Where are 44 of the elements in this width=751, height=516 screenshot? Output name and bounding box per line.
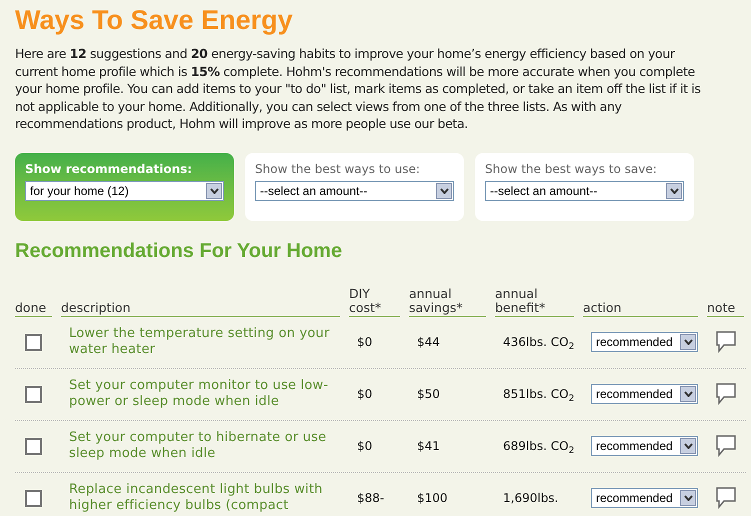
column-header: annual savings* [409, 286, 464, 315]
select-dropdown[interactable]: --select an amount-- [255, 180, 454, 201]
recommendation-link[interactable]: Lower the temperature setting on your water heater [61, 326, 340, 359]
select-dropdown[interactable]: recommended [591, 332, 698, 352]
benefit-cell-text: 689lbs. CO$_{2}$ [502, 438, 574, 456]
done-checkbox[interactable] [25, 386, 42, 403]
note-icon[interactable] [716, 383, 736, 406]
benefit-cell-text: 436lbs. CO$_{2}$ [502, 334, 574, 352]
column-header: done [15, 300, 46, 315]
page-title: Ways To Save Energy [15, 4, 294, 37]
savings-cell-text: $44 [416, 334, 441, 352]
done-checkbox[interactable] [25, 490, 42, 507]
recommendation-link[interactable]: Set your computer to hibernate or use sleep mode when idle [61, 430, 340, 463]
benefit-cell-text: 1,690lbs. [502, 490, 560, 508]
note-icon[interactable] [716, 487, 736, 510]
column-header: description [61, 300, 131, 315]
filter-label: Show the best ways to save: [485, 162, 658, 177]
note-icon[interactable] [716, 435, 736, 458]
cost-cell-text: $0 [356, 334, 374, 352]
savings-cell-text: $41 [416, 438, 441, 456]
column-header: DIY cost* [349, 286, 382, 315]
select-dropdown[interactable]: --select an amount-- [485, 180, 684, 201]
section-title: Recommendations For Your Home [15, 238, 344, 263]
cost-cell-text: $0 [356, 438, 374, 456]
note-icon[interactable] [716, 331, 736, 354]
recommendation-link[interactable]: Set your computer monitor to use low-power or sleep mode when idle [61, 378, 340, 411]
select-dropdown[interactable]: recommended [591, 488, 698, 508]
column-header: note [707, 300, 736, 315]
cost-cell-text: $88- [356, 490, 386, 508]
select-dropdown[interactable]: recommended [591, 384, 698, 404]
cost-cell-text: $0 [356, 386, 374, 404]
recommendation-link[interactable]: Replace incandescent light bulbs with higher efficiency bulbs (compact [61, 482, 340, 515]
filter-label: Show the best ways to use: [255, 162, 421, 177]
filter-label: Show recommendations: [25, 162, 194, 177]
done-checkbox[interactable] [25, 334, 42, 351]
select-dropdown[interactable]: recommended [591, 436, 698, 456]
benefit-cell-text: 851lbs. CO$_{2}$ [502, 386, 574, 404]
column-header: annual benefit* [495, 286, 546, 315]
done-checkbox[interactable] [25, 438, 42, 455]
savings-cell-text: $100 [416, 490, 449, 508]
intro-paragraph: Here are 12 suggestions and 20 energy-saving habits to improve your home’s energy efficiency based on your current home profile which is 15% complete. Hohm's recommendations will be more accurate when you complete your home profile. You can add items to your "to do" list, mark items as completed, or take an item off the list if it is not applicable to your home. Additionally, you can select views from one of the three lists. As with any recommendations product, Hohm will improve as more people use our beta. [15, 45, 702, 133]
column-header: action [583, 300, 622, 315]
select-dropdown[interactable]: for your home (12) [25, 180, 224, 201]
savings-cell-text: $50 [416, 386, 441, 404]
